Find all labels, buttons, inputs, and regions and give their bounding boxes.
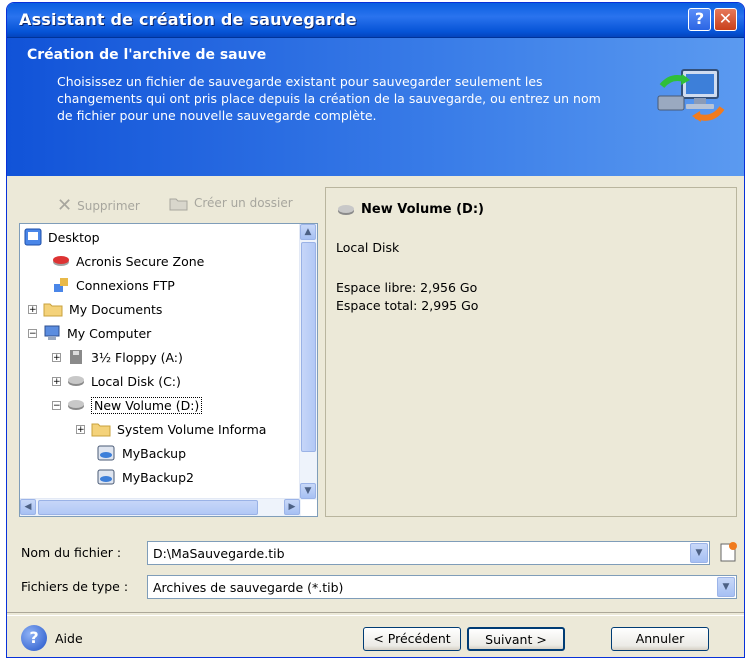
help-icon: ? <box>21 625 47 651</box>
filetype-combobox[interactable]: Archives de sauvegarde (*.tib) ▼ <box>147 575 737 599</box>
collapse-toggle[interactable]: − <box>28 328 37 338</box>
back-button[interactable]: < Précédent <box>363 627 461 651</box>
computer-icon <box>44 325 60 340</box>
next-button[interactable]: Suivant > <box>467 627 565 651</box>
tree-item-new-volume-d[interactable]: − New Volume (D:) <box>52 394 203 416</box>
scroll-left-button[interactable]: ◀ <box>20 499 36 515</box>
tree-item-label: MyBackup2 <box>122 469 194 485</box>
ftp-connection-icon <box>54 278 68 292</box>
filetype-value: Archives de sauvegarde (*.tib) <box>153 580 344 595</box>
new-folder-tool-button[interactable]: Créer un dossier <box>169 195 293 211</box>
delete-icon: ✕ <box>57 195 73 216</box>
title-bar[interactable]: Assistant de création de sauvegarde ? ✕ <box>7 3 744 38</box>
hard-disk-icon <box>68 400 84 410</box>
help-link[interactable]: ? Aide <box>21 625 83 651</box>
chevron-down-icon[interactable]: ▼ <box>717 577 735 597</box>
scroll-right-button[interactable]: ▶ <box>284 499 300 515</box>
desktop-icon <box>24 228 42 246</box>
tree-item-label: 3½ Floppy (A:) <box>91 349 183 365</box>
hard-disk-icon <box>68 376 84 386</box>
browser-pane: ✕ Supprimer Créer un dossier Desktop Acr… <box>19 187 319 517</box>
tree-item-my-documents[interactable]: + My Documents <box>28 298 162 320</box>
tree-item-label: MyBackup <box>122 445 187 461</box>
details-title-text: New Volume (D:) <box>361 202 484 217</box>
tree-item-label: Local Disk (C:) <box>91 373 181 389</box>
hard-disk-icon <box>338 204 354 215</box>
horizontal-scroll-thumb[interactable] <box>38 500 258 515</box>
tree-item-desktop[interactable]: Desktop <box>24 226 100 248</box>
free-space: Espace libre: 2,956 Go <box>336 280 478 295</box>
filename-label: Nom du fichier : <box>21 545 122 560</box>
tree-item-label: New Volume (D:) <box>91 396 203 414</box>
tree-item-label: Acronis Secure Zone <box>76 253 205 269</box>
wizard-window: Assistant de création de sauvegarde ? ✕ … <box>6 2 745 658</box>
folder-tree[interactable]: Desktop Acronis Secure Zone Connexions F… <box>19 223 318 517</box>
details-title: New Volume (D:) <box>336 202 484 217</box>
help-title-button[interactable]: ? <box>688 8 711 31</box>
expand-toggle[interactable]: + <box>52 376 61 386</box>
step-title: Création de l'archive de sauve <box>27 47 267 63</box>
new-folder-label: Créer un dossier <box>194 196 293 210</box>
vertical-scroll-thumb[interactable] <box>301 242 316 452</box>
tree-item-acronis-zone[interactable]: Acronis Secure Zone <box>52 250 204 272</box>
tree-item-floppy[interactable]: + 3½ Floppy (A:) <box>52 346 183 368</box>
tree-item-ftp[interactable]: Connexions FTP <box>52 274 175 296</box>
scroll-up-button[interactable]: ▲ <box>300 224 316 240</box>
tree-item-label: Connexions FTP <box>76 277 175 293</box>
tree-item-system-volume[interactable]: + System Volume Informa <box>76 418 266 440</box>
tree-item-my-computer[interactable]: − My Computer <box>28 322 151 344</box>
wizard-header: Création de l'archive de sauve Choisisse… <box>7 38 744 176</box>
expand-toggle[interactable]: + <box>52 352 61 362</box>
vertical-scrollbar[interactable]: ▲ ▼ <box>299 224 317 500</box>
total-space: Espace total: 2,995 Go <box>336 298 479 313</box>
tree-item-label: System Volume Informa <box>117 421 267 437</box>
footer-separator <box>7 612 744 616</box>
new-folder-icon <box>169 198 188 211</box>
scroll-down-button[interactable]: ▼ <box>300 483 316 499</box>
tree-item-label: My Documents <box>69 301 163 317</box>
window-title: Assistant de création de sauvegarde <box>19 10 357 29</box>
horizontal-scrollbar[interactable]: ◀ ▶ <box>20 498 301 516</box>
tree-item-label: My Computer <box>67 325 152 341</box>
delete-tool-button[interactable]: ✕ Supprimer <box>57 195 140 216</box>
filename-combobox[interactable]: D:\MaSauvegarde.tib ▼ <box>147 541 710 565</box>
browser-toolbar: ✕ Supprimer Créer un dossier <box>19 187 319 221</box>
wizard-content: ✕ Supprimer Créer un dossier Desktop Acr… <box>7 177 744 657</box>
chevron-down-icon[interactable]: ▼ <box>690 543 708 563</box>
disk-type: Local Disk <box>336 240 400 255</box>
collapse-toggle[interactable]: − <box>52 400 61 410</box>
cancel-button[interactable]: Annuler <box>611 627 709 651</box>
floppy-drive-icon <box>70 350 82 364</box>
new-file-icon[interactable] <box>717 541 739 563</box>
folder-icon <box>91 423 111 437</box>
folder-icon <box>43 303 63 317</box>
step-description: Choisissez un fichier de sauvegarde exis… <box>57 74 601 123</box>
tree-item-mybackup[interactable]: MyBackup <box>96 442 186 464</box>
tree-item-local-disk-c[interactable]: + Local Disk (C:) <box>52 370 181 392</box>
secure-zone-icon <box>53 256 69 266</box>
backup-file-icon <box>97 469 115 485</box>
details-pane: New Volume (D:) Local Disk Espace libre:… <box>325 187 737 517</box>
filetype-label: Fichiers de type : <box>21 579 129 594</box>
delete-label: Supprimer <box>77 198 140 213</box>
tree-item-mybackup2[interactable]: MyBackup2 <box>96 466 194 488</box>
backup-computer-icon <box>657 69 725 122</box>
backup-file-icon <box>97 445 115 461</box>
tree-item-label: Desktop <box>48 229 100 245</box>
help-label: Aide <box>55 630 83 646</box>
expand-toggle[interactable]: + <box>28 304 37 314</box>
expand-toggle[interactable]: + <box>76 424 85 434</box>
close-button[interactable]: ✕ <box>714 8 737 31</box>
filename-input[interactable]: D:\MaSauvegarde.tib <box>153 546 285 561</box>
